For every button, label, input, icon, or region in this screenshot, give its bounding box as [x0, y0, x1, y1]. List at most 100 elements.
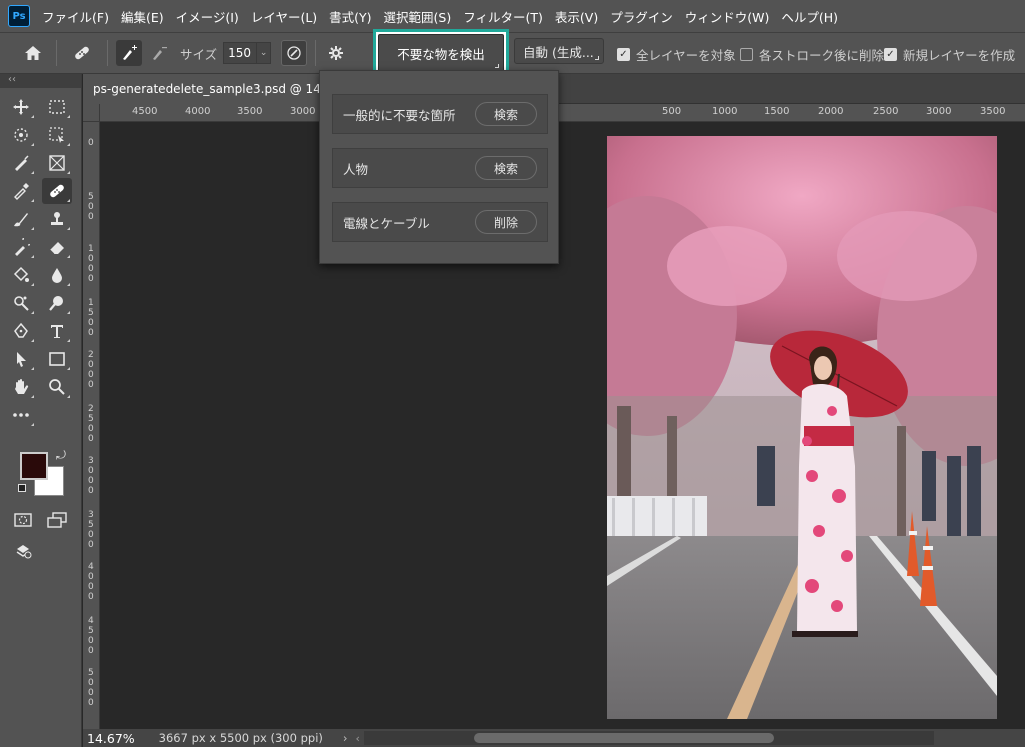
zoom-level[interactable]: 14.67% — [87, 731, 135, 746]
menu-window[interactable]: ウィンドウ(W) — [685, 7, 770, 26]
document-size: 3667 px x 5500 px (300 ppi) — [158, 731, 323, 745]
checkbox-unchecked-icon[interactable] — [740, 48, 753, 61]
checkbox-new-layer[interactable]: ✓ 新規レイヤーを作成 — [884, 45, 1015, 64]
ruler-label: 2500 — [88, 404, 94, 444]
size-dropdown-arrow-icon[interactable]: ⌄ — [257, 42, 272, 64]
quick-mask-icon[interactable] — [10, 508, 36, 532]
eraser-tool-icon[interactable] — [42, 234, 72, 260]
menu-plugins[interactable]: プラグイン — [610, 7, 673, 26]
menu-type[interactable]: 書式(Y) — [329, 7, 371, 26]
menu-select[interactable]: 選択範囲(S) — [384, 7, 452, 26]
dodge-tool-icon[interactable] — [6, 290, 36, 316]
checkbox-checked-icon[interactable]: ✓ — [617, 48, 630, 61]
size-input[interactable]: 150 — [223, 42, 258, 64]
checkbox-remove-after-stroke-label: 各ストローク後に削除 — [759, 48, 885, 63]
popup-row-people: 人物 検索 — [332, 148, 548, 188]
ruler-label: 3000 — [88, 456, 94, 496]
screen-mode-icon[interactable] — [44, 508, 70, 532]
foreground-color-swatch[interactable] — [20, 452, 48, 480]
remove-wires-cables-button[interactable]: 削除 — [475, 210, 537, 234]
detect-distractions-label: 不要な物を検出 — [397, 46, 485, 62]
tools-panel: ‹‹ ⤾ — [0, 74, 82, 747]
collapse-panel-icon[interactable]: ‹‹ — [0, 74, 81, 88]
ruler-label: 2000 — [88, 350, 94, 390]
horizontal-ruler[interactable]: 4500 4000 3500 3000 500 1000 1500 2000 2… — [100, 104, 1025, 122]
checkbox-checked-icon[interactable]: ✓ — [884, 48, 897, 61]
divider — [56, 40, 57, 66]
ruler-label: 4500 — [132, 106, 158, 117]
detect-distractions-popup: 一般的に不要な箇所 検索 人物 検索 電線とケーブル 削除 — [319, 70, 559, 264]
search-people-button[interactable]: 検索 — [475, 156, 537, 180]
burn-zoom-tool-icon[interactable] — [42, 290, 72, 316]
scrollbar-thumb[interactable] — [473, 733, 774, 743]
ruler-label: 1000 — [712, 106, 738, 117]
search-common-distractions-button[interactable]: 検索 — [475, 102, 537, 126]
divider — [107, 40, 108, 66]
checkbox-all-layers[interactable]: ✓ 全レイヤーを対象 — [617, 45, 736, 64]
status-menu-chevron-icon[interactable]: › — [343, 731, 348, 745]
checkbox-new-layer-label: 新規レイヤーを作成 — [903, 48, 1016, 63]
more-tools-icon[interactable] — [6, 402, 36, 428]
ruler-label: 2000 — [818, 106, 844, 117]
add-brush-icon[interactable] — [116, 40, 142, 66]
document-tab[interactable]: ps-generatedelete_sample3.psd @ 14.7 — [83, 74, 323, 104]
vertical-ruler[interactable]: 0 500 1000 1500 2000 2500 3000 3500 4000… — [83, 122, 100, 729]
path-selection-tool-icon[interactable] — [6, 346, 36, 372]
clone-stamp-tool-icon[interactable] — [42, 206, 72, 232]
checkbox-all-layers-label: 全レイヤーを対象 — [636, 48, 736, 63]
type-tool-icon[interactable] — [42, 318, 72, 344]
frame-tool-icon[interactable] — [42, 150, 72, 176]
remove-tool-preset-icon[interactable] — [65, 39, 99, 67]
menu-layer[interactable]: レイヤー(L) — [251, 7, 317, 26]
brush-tool-icon[interactable] — [6, 206, 36, 232]
settings-gear-icon[interactable] — [324, 40, 348, 66]
eyedropper-tool-icon[interactable] — [6, 178, 36, 204]
ruler-origin — [83, 104, 100, 122]
blur-tool-icon[interactable] — [42, 262, 72, 288]
generative-layer-icon[interactable] — [10, 538, 36, 562]
pressure-size-icon[interactable] — [281, 40, 308, 66]
photoshop-logo: Ps — [8, 5, 30, 27]
status-bar: 14.67% 3667 px x 5500 px (300 ppi) › ‹ — [83, 729, 1025, 747]
paint-bucket-tool-icon[interactable] — [6, 262, 36, 288]
menu-help[interactable]: ヘルプ(H) — [781, 7, 838, 26]
hand-tool-icon[interactable] — [6, 374, 36, 400]
divider — [315, 40, 317, 66]
scroll-left-icon[interactable]: ‹ — [355, 732, 359, 745]
menu-edit[interactable]: 編集(E) — [121, 7, 164, 26]
zoom-tool-icon[interactable] — [42, 374, 72, 400]
history-brush-tool-icon[interactable] — [6, 234, 36, 260]
object-selection-tool-icon[interactable] — [6, 122, 36, 148]
detect-distractions-button[interactable]: 不要な物を検出 — [378, 34, 504, 72]
ruler-label: 1000 — [88, 244, 94, 284]
size-label: サイズ — [180, 46, 218, 62]
ruler-label: 3500 — [88, 510, 94, 550]
ruler-label: 4000 — [185, 106, 211, 117]
horizontal-scrollbar[interactable] — [363, 731, 934, 745]
ruler-label: 3500 — [980, 106, 1006, 117]
pen-tool-icon[interactable] — [6, 150, 36, 176]
menu-file[interactable]: ファイル(F) — [42, 7, 109, 26]
checkbox-remove-after-stroke[interactable]: 各ストローク後に削除 — [740, 45, 884, 64]
pen-path-tool-icon[interactable] — [6, 318, 36, 344]
rectangle-tool-icon[interactable] — [42, 346, 72, 372]
marquee-tool-icon[interactable] — [42, 94, 72, 120]
menu-view[interactable]: 表示(V) — [555, 7, 598, 26]
dropdown-corner-icon — [495, 64, 499, 68]
menu-image[interactable]: イメージ(I) — [176, 7, 239, 26]
subtract-brush-icon[interactable] — [146, 40, 172, 66]
ruler-label: 500 — [88, 192, 94, 222]
home-icon[interactable] — [18, 39, 48, 67]
crop-select-tool-icon[interactable] — [42, 122, 72, 148]
default-colors-icon[interactable] — [18, 484, 26, 492]
remove-tool-icon[interactable] — [42, 178, 72, 204]
menu-filter[interactable]: フィルター(T) — [463, 7, 543, 26]
ruler-label: 0 — [88, 138, 94, 148]
canvas-photo[interactable] — [607, 136, 997, 719]
move-tool-icon[interactable] — [6, 94, 36, 120]
swap-colors-icon[interactable]: ⤾ — [56, 448, 66, 463]
document-tab-title: ps-generatedelete_sample3.psd @ 14.7 — [93, 82, 323, 96]
color-swatches: ⤾ — [18, 448, 68, 500]
mode-dropdown[interactable]: 自動 (生成... — [514, 38, 604, 64]
ruler-label: 500 — [662, 106, 682, 117]
